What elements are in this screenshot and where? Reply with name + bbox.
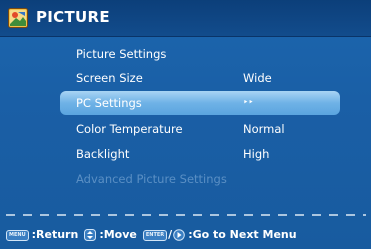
osd-menu-panel: PICTURE Picture Settings Screen Size Wid… [0, 0, 371, 249]
title-bar: PICTURE [0, 0, 371, 37]
menu-item-pc-settings[interactable]: PC Settings ‣‣ [60, 91, 340, 115]
footer-help-bar: MENU :Return :Move ENTER / :Go to Next M… [6, 226, 303, 244]
picture-menu-icon [8, 8, 28, 28]
menu-item-color-temperature[interactable]: Color Temperature Normal [60, 117, 340, 141]
menu-item-value: Normal [243, 122, 285, 136]
menu-item-value: Wide [243, 71, 272, 85]
menu-item-label: Advanced Picture Settings [76, 172, 227, 186]
menu-item-label: Color Temperature [76, 122, 183, 136]
return-hint: :Return [31, 228, 79, 241]
right-arrow-icon [173, 229, 185, 241]
up-down-arrows-icon [84, 229, 97, 241]
page-title: PICTURE [36, 8, 110, 26]
menu-item-advanced-picture-settings: Advanced Picture Settings [60, 167, 340, 191]
menu-item-backlight[interactable]: Backlight High [60, 142, 340, 166]
enter-key-icon: ENTER [142, 229, 168, 241]
menu-item-label: Screen Size [76, 71, 143, 85]
menu-item-screen-size[interactable]: Screen Size Wide [60, 66, 340, 90]
submenu-arrow-icon: ‣‣ [243, 98, 254, 108]
footer-divider [6, 214, 366, 216]
menu-key-icon: MENU [6, 229, 29, 241]
menu-item-label: PC Settings [76, 96, 142, 110]
menu-item-label: Picture Settings [76, 47, 167, 61]
menu-item-picture-settings[interactable]: Picture Settings [60, 42, 340, 66]
menu-item-value: High [243, 147, 270, 161]
slash-separator: / [168, 228, 173, 241]
next-menu-hint: :Go to Next Menu [188, 228, 297, 241]
menu-item-label: Backlight [76, 147, 130, 161]
move-hint: :Move [99, 228, 137, 241]
